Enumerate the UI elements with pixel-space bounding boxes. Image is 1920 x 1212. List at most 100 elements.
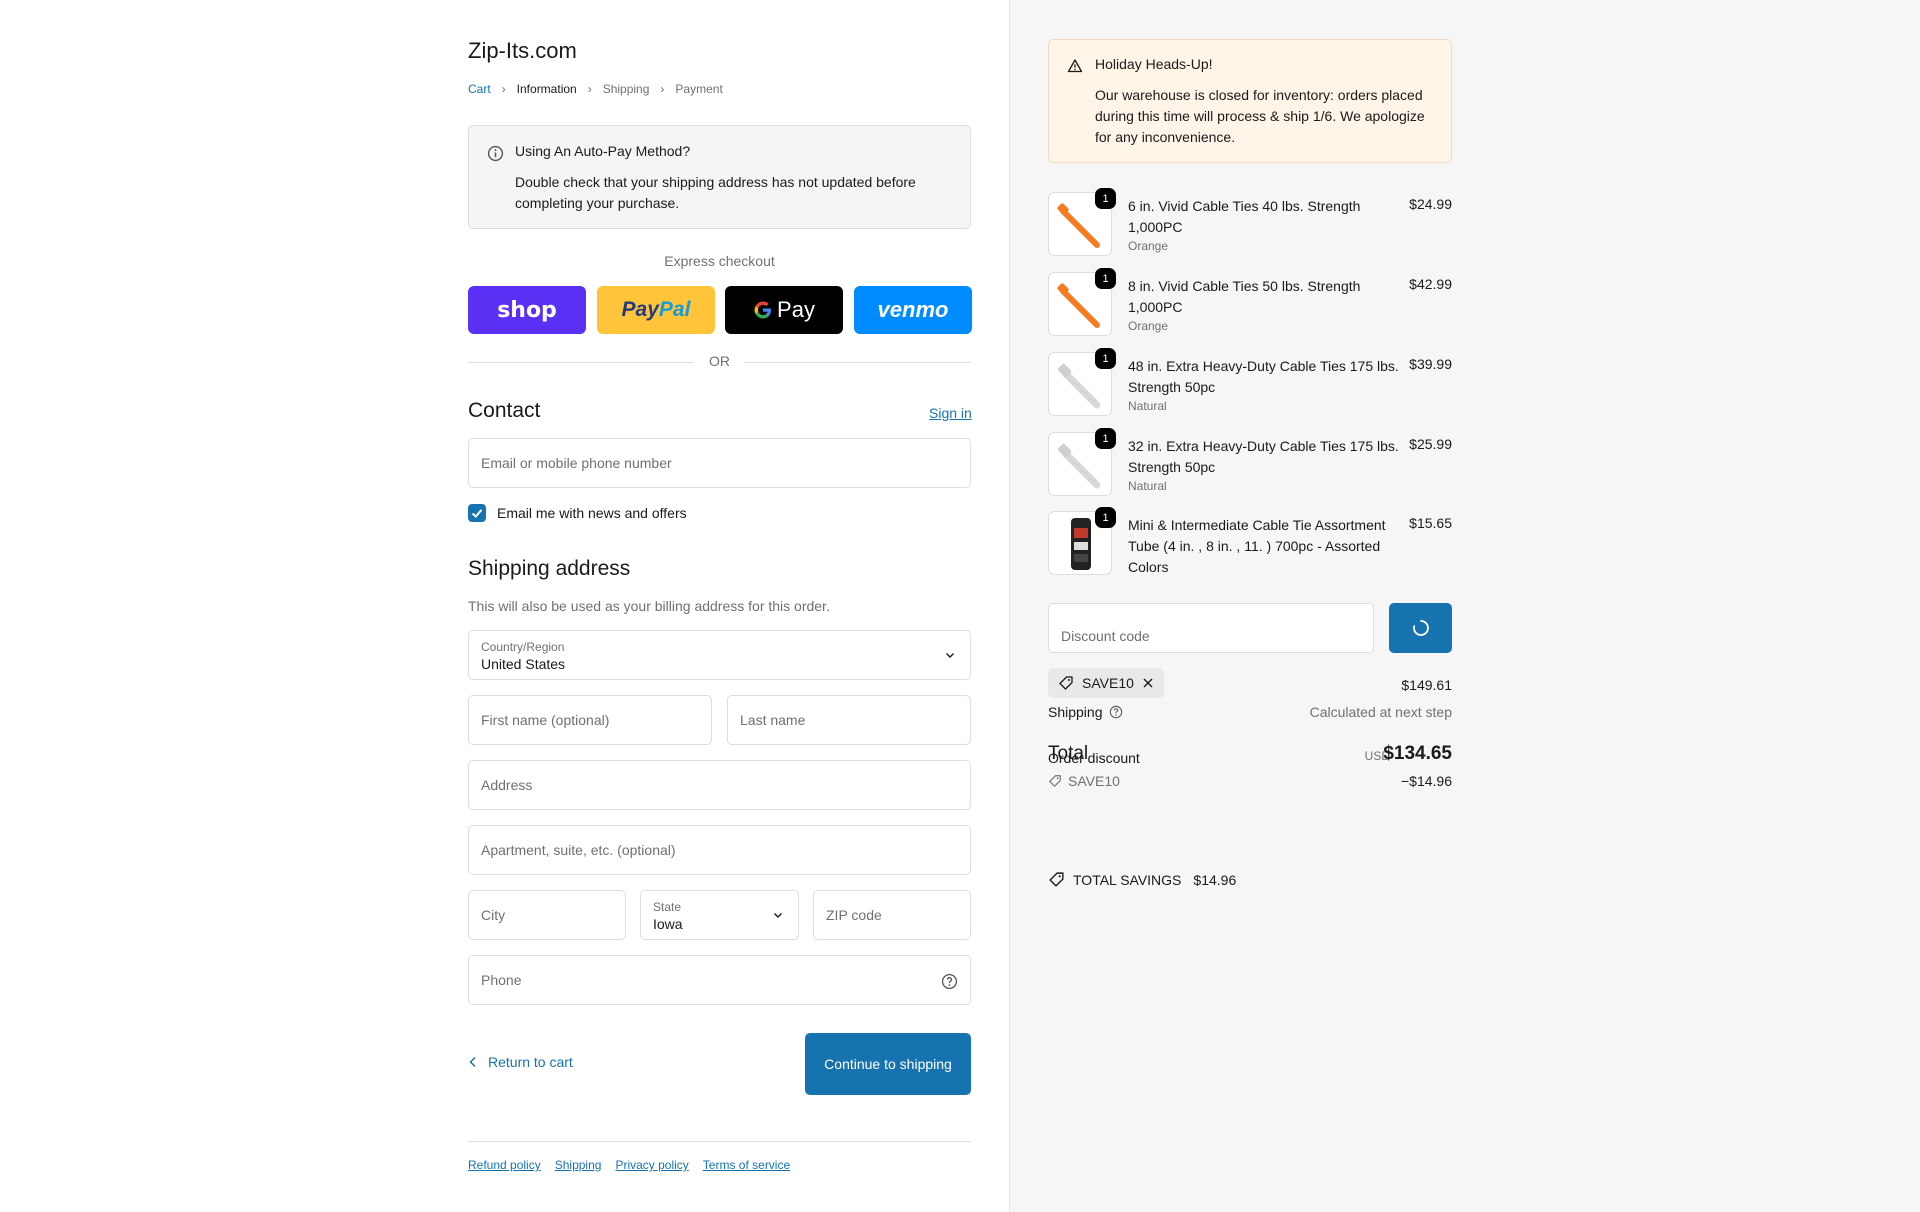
footer-links: Refund policy Shipping Privacy policy Te… <box>468 1158 790 1172</box>
breadcrumb-information: Information <box>516 82 577 96</box>
quantity-badge: 1 <box>1095 188 1116 209</box>
phone-placeholder: Phone <box>481 972 522 988</box>
product-price: $39.99 <box>1409 356 1452 372</box>
country-value: United States <box>481 656 566 672</box>
chevron-down-icon <box>774 913 782 918</box>
breadcrumb-cart[interactable]: Cart <box>468 82 491 96</box>
country-label: Country/Region <box>481 640 565 654</box>
checkout-main-panel: Zip-Its.com Cart › Information › Shippin… <box>0 0 1009 1212</box>
holiday-notice-title: Holiday Heads-Up! <box>1095 56 1213 72</box>
newsletter-label: Email me with news and offers <box>497 505 687 521</box>
product-price: $42.99 <box>1409 276 1452 292</box>
product-price: $24.99 <box>1409 196 1452 212</box>
tag-icon <box>1049 872 1064 887</box>
shipping-policy-link[interactable]: Shipping <box>555 1158 602 1172</box>
product-name: 6 in. Vivid Cable Ties 40 lbs. Strength … <box>1128 196 1400 255</box>
paypal-label-b: Pal <box>658 298 691 321</box>
shipping-address-heading: Shipping address <box>468 557 631 580</box>
shop-pay-button[interactable]: shop <box>468 286 586 334</box>
question-circle-icon[interactable] <box>1109 705 1123 719</box>
newsletter-checkbox[interactable] <box>468 504 486 522</box>
discount-code-field[interactable]: Discount code <box>1048 603 1374 653</box>
question-circle-icon[interactable] <box>941 973 958 990</box>
google-pay-button[interactable]: Pay <box>725 286 843 334</box>
paypal-button[interactable]: Pay Pal <box>597 286 715 334</box>
shop-pay-label: shop <box>497 297 557 323</box>
zip-placeholder: ZIP code <box>826 907 882 923</box>
first-name-field[interactable]: First name (optional) <box>468 695 712 745</box>
applied-discount-code: SAVE10 <box>1082 675 1134 691</box>
contact-heading: Contact <box>468 399 541 422</box>
product-title: 32 in. Extra Heavy-Duty Cable Ties 175 l… <box>1128 438 1399 475</box>
chevron-left-icon <box>469 1056 476 1068</box>
product-name: 48 in. Extra Heavy-Duty Cable Ties 175 l… <box>1128 356 1400 415</box>
quantity-badge: 1 <box>1095 428 1116 449</box>
product-title: 8 in. Vivid Cable Ties 50 lbs. Strength … <box>1128 278 1361 315</box>
return-to-cart-link[interactable]: Return to cart <box>468 1054 573 1070</box>
chevron-right-icon: › <box>660 82 665 96</box>
continue-to-shipping-button[interactable]: Continue to shipping <box>805 1033 971 1095</box>
breadcrumb-payment: Payment <box>675 82 723 96</box>
total-savings-label: TOTAL SAVINGS <box>1073 871 1182 888</box>
remove-discount-icon[interactable] <box>1142 677 1154 689</box>
apartment-placeholder: Apartment, suite, etc. (optional) <box>481 842 676 858</box>
country-select[interactable]: Country/Region United States <box>468 630 971 680</box>
venmo-button[interactable]: venmo <box>854 286 972 334</box>
tag-icon <box>1059 676 1073 690</box>
product-name: 8 in. Vivid Cable Ties 50 lbs. Strength … <box>1128 276 1400 335</box>
holiday-notice-body: Our warehouse is closed for inventory: o… <box>1095 87 1425 145</box>
sign-in-link[interactable]: Sign in <box>929 405 972 421</box>
applied-discount-chip: SAVE10 <box>1048 668 1164 698</box>
product-price: $15.65 <box>1409 515 1452 531</box>
order-discount-code-row: SAVE10 <box>1048 773 1120 789</box>
paypal-label-a: Pay <box>621 298 659 321</box>
total-savings: TOTAL SAVINGS $14.96 <box>1048 871 1236 888</box>
google-pay-label: Pay <box>777 297 815 322</box>
city-placeholder: City <box>481 907 506 923</box>
product-title: 48 in. Extra Heavy-Duty Cable Ties 175 l… <box>1128 358 1399 395</box>
tag-icon <box>1049 775 1061 787</box>
total-value: $134.65 <box>1383 743 1452 764</box>
product-title: 6 in. Vivid Cable Ties 40 lbs. Strength … <box>1128 198 1361 235</box>
loading-spinner-icon <box>1412 620 1429 636</box>
zip-field[interactable]: ZIP code <box>813 890 971 940</box>
cart-item: 1 8 in. Vivid Cable Ties 50 lbs. Strengt… <box>1048 268 1452 338</box>
shipping-label: Shipping <box>1048 704 1103 720</box>
city-field[interactable]: City <box>468 890 626 940</box>
cart-item: 1 Mini & Intermediate Cable Tie Assortme… <box>1048 507 1452 577</box>
state-value: Iowa <box>653 916 683 932</box>
product-variant: Orange <box>1128 239 1169 253</box>
address-placeholder: Address <box>481 777 533 793</box>
product-variant: Natural <box>1128 399 1167 413</box>
email-field[interactable]: Email or mobile phone number <box>468 438 971 488</box>
total-savings-value: $14.96 <box>1193 871 1237 888</box>
return-to-cart-label: Return to cart <box>488 1054 573 1070</box>
last-name-placeholder: Last name <box>740 712 806 728</box>
product-variant: Orange <box>1128 319 1169 333</box>
autopay-title: Using An Auto-Pay Method? <box>515 143 691 159</box>
store-name[interactable]: Zip-Its.com <box>468 38 577 64</box>
footer-divider <box>468 1141 971 1142</box>
shipping-value: Calculated at next step <box>1309 704 1452 720</box>
google-g-icon <box>754 301 772 319</box>
first-name-placeholder: First name (optional) <box>481 712 610 728</box>
apply-discount-button[interactable] <box>1389 603 1452 653</box>
last-name-field[interactable]: Last name <box>727 695 971 745</box>
shipping-row-label: Shipping <box>1048 704 1123 720</box>
state-label: State <box>653 900 682 914</box>
product-name: 32 in. Extra Heavy-Duty Cable Ties 175 l… <box>1128 436 1400 495</box>
express-checkout-label: Express checkout <box>664 253 775 269</box>
terms-of-service-link[interactable]: Terms of service <box>703 1158 790 1172</box>
breadcrumb-shipping: Shipping <box>602 82 650 96</box>
subtotal-value: $149.61 <box>1401 677 1452 693</box>
phone-field[interactable]: Phone <box>468 955 971 1005</box>
refund-policy-link[interactable]: Refund policy <box>468 1158 541 1172</box>
apartment-field[interactable]: Apartment, suite, etc. (optional) <box>468 825 971 875</box>
continue-label: Continue to shipping <box>824 1056 952 1072</box>
address-field[interactable]: Address <box>468 760 971 810</box>
cart-item: 1 32 in. Extra Heavy-Duty Cable Ties 175… <box>1048 428 1452 498</box>
cart-item: 1 48 in. Extra Heavy-Duty Cable Ties 175… <box>1048 348 1452 418</box>
quantity-badge: 1 <box>1095 268 1116 289</box>
privacy-policy-link[interactable]: Privacy policy <box>615 1158 688 1172</box>
state-select[interactable]: State Iowa <box>640 890 799 940</box>
